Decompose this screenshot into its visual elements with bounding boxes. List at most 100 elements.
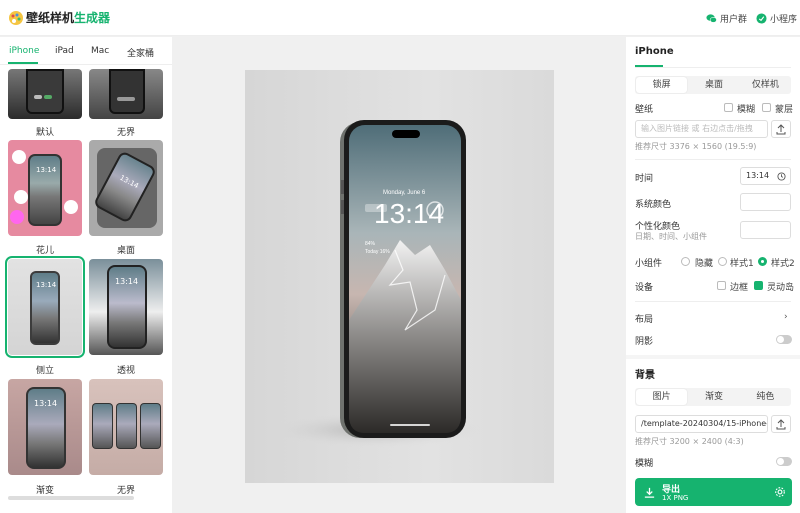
wechat-icon xyxy=(706,14,717,23)
custom-color-picker[interactable] xyxy=(740,221,791,239)
tab-all[interactable]: 全家桶 xyxy=(127,46,154,59)
tab-iphone[interactable]: iPhone xyxy=(9,46,39,56)
background-size-hint: 推荐尺寸 3200 × 2400 (4:3) xyxy=(635,437,744,446)
lock-battery: 84% xyxy=(365,241,376,247)
mini-program-icon xyxy=(756,13,767,24)
preview-canvas: Monday, June 6 13:14 84% Today 16% xyxy=(173,37,625,513)
widget-hide-label: 隐藏 xyxy=(695,259,714,269)
mode-desktop[interactable]: 桌面 xyxy=(688,76,739,94)
template-thumb-gradient[interactable]: 13:14 xyxy=(8,379,82,475)
widget-style1-radio[interactable] xyxy=(718,257,727,266)
shadow-label: 阴影 xyxy=(635,337,654,347)
wallpaper-mask-checkbox[interactable] xyxy=(762,103,771,112)
wallpaper-label: 壁纸 xyxy=(635,105,654,115)
dynamic-island-label: 灵动岛 xyxy=(767,283,795,293)
top-bar: 壁纸样机生成器 用户群 小程序 xyxy=(0,0,800,36)
dynamic-island-checkbox[interactable] xyxy=(754,281,763,290)
export-format: 1X PNG xyxy=(662,494,689,502)
frame-label: 边框 xyxy=(730,283,749,293)
widget-style1-label: 样式1 xyxy=(730,259,754,269)
gear-icon[interactable] xyxy=(774,486,786,498)
wallpaper-url-input[interactable]: 输入图片链接 或 右边点击/拖拽 xyxy=(635,120,768,138)
frame-checkbox[interactable] xyxy=(717,281,726,290)
template-label: 渐变 xyxy=(35,486,54,496)
background-blur-toggle[interactable] xyxy=(776,457,792,466)
divider xyxy=(635,301,791,302)
system-color-label: 系统颜色 xyxy=(635,200,672,210)
widget-label: 小组件 xyxy=(635,259,663,269)
panel-title: iPhone xyxy=(635,46,674,57)
custom-color-sub: 日期、时间、小组件 xyxy=(635,232,707,241)
wallpaper-mask-label: 蒙层 xyxy=(775,105,794,115)
clock-icon xyxy=(777,172,786,181)
background-upload-button[interactable] xyxy=(771,415,791,433)
tab-ipad[interactable]: iPad xyxy=(55,46,74,56)
wallpaper-blur-checkbox[interactable] xyxy=(724,103,733,112)
download-icon xyxy=(644,487,655,498)
thumb-clock: 13:14 xyxy=(36,281,57,289)
mode-lock-screen[interactable]: 锁屏 xyxy=(636,77,688,93)
template-sidebar: iPhone iPad Mac 全家桶 默认 无界 13:14 13:14 花儿… xyxy=(0,37,172,513)
tab-mac[interactable]: Mac xyxy=(91,46,109,56)
template-label: 无界 xyxy=(116,486,135,496)
template-thumb-default[interactable] xyxy=(8,69,82,119)
widget-style2-label: 样式2 xyxy=(771,259,795,269)
section-divider xyxy=(626,355,800,359)
template-label: 透视 xyxy=(116,366,135,376)
template-label: 默认 xyxy=(35,128,54,138)
mini-program-link[interactable]: 小程序 xyxy=(756,12,797,25)
background-blur-label: 模糊 xyxy=(635,459,654,469)
thumb-clock: 13:14 xyxy=(115,277,139,286)
export-button[interactable]: 导出 1X PNG xyxy=(635,478,792,506)
upload-icon xyxy=(776,419,786,430)
settings-panel: iPhone 锁屏 桌面 仅样机 壁纸 模糊 蒙层 输入图片链接 或 右边点击/… xyxy=(626,37,800,513)
device-label: 设备 xyxy=(635,283,654,293)
template-thumb-perspective[interactable]: 13:14 xyxy=(89,259,163,355)
mockup-preview: Monday, June 6 13:14 84% Today 16% xyxy=(245,70,554,483)
template-thumb-flowers[interactable]: 13:14 xyxy=(8,140,82,236)
background-segmented-control: 图片 渐变 纯色 xyxy=(635,388,791,406)
user-group-label: 用户群 xyxy=(720,15,748,25)
user-group-link[interactable]: 用户群 xyxy=(706,12,747,25)
chevron-right-icon: › xyxy=(784,312,788,322)
template-label: 桌面 xyxy=(116,246,135,256)
lock-weather: Today 16% xyxy=(365,249,390,255)
device-tabs: iPhone iPad Mac 全家桶 xyxy=(0,37,172,65)
thumb-clock: 13:14 xyxy=(34,399,58,408)
logo-icon xyxy=(9,11,23,25)
template-thumb-borderless-trio[interactable] xyxy=(89,379,163,475)
wallpaper-upload-button[interactable] xyxy=(771,120,791,138)
wallpaper-blur-label: 模糊 xyxy=(737,105,756,115)
divider xyxy=(635,159,791,160)
template-thumb-side-stand[interactable]: 13:14 xyxy=(5,256,85,358)
system-color-picker[interactable] xyxy=(740,193,791,211)
lock-time: 13:14 xyxy=(374,198,445,229)
bg-mode-solid[interactable]: 纯色 xyxy=(740,388,791,406)
widget-style2-radio[interactable] xyxy=(758,257,767,266)
horizontal-scrollbar[interactable] xyxy=(8,496,134,500)
bg-mode-gradient[interactable]: 渐变 xyxy=(688,388,739,406)
template-thumb-desk[interactable]: 13:14 xyxy=(89,140,163,236)
template-label: 无界 xyxy=(116,128,135,138)
time-input[interactable]: 13:14 xyxy=(740,167,791,185)
background-url-input[interactable]: /template-20240304/15-iPhone- xyxy=(635,415,768,433)
bg-mode-image[interactable]: 图片 xyxy=(636,389,688,405)
background-title: 背景 xyxy=(635,370,655,381)
widget-hide-radio[interactable] xyxy=(681,257,690,266)
thumb-clock: 13:14 xyxy=(36,166,57,174)
upload-icon xyxy=(776,124,786,135)
shadow-toggle[interactable] xyxy=(776,335,792,344)
template-label: 花儿 xyxy=(35,246,54,256)
app-title-accent: 生成器 xyxy=(74,11,111,25)
active-tab-indicator xyxy=(8,62,38,64)
template-thumb-borderless[interactable] xyxy=(89,69,163,119)
time-label: 时间 xyxy=(635,174,654,184)
layout-row[interactable]: 布局 xyxy=(635,312,653,325)
mode-segmented-control: 锁屏 桌面 仅样机 xyxy=(635,76,791,94)
mini-program-label: 小程序 xyxy=(770,15,798,25)
divider xyxy=(635,67,791,68)
app-title-main: 壁纸样机 xyxy=(26,11,75,25)
template-label: 侧立 xyxy=(35,366,54,376)
lock-date: Monday, June 6 xyxy=(383,190,426,196)
mode-mockup-only[interactable]: 仅样机 xyxy=(740,76,791,94)
